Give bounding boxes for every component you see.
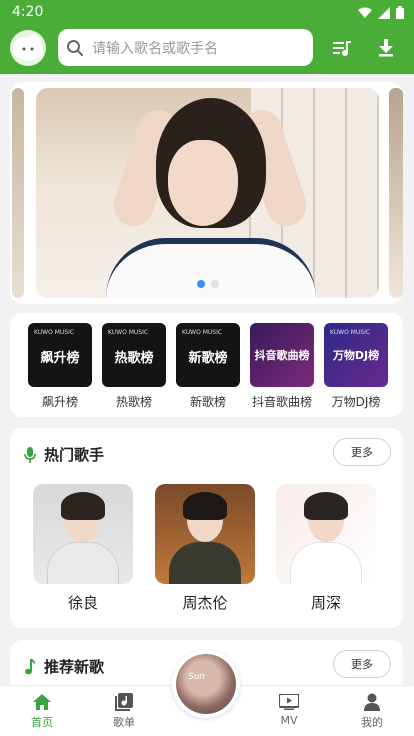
section-title: 热门歌手 [24, 444, 104, 465]
status-time: 4:20 [12, 4, 44, 20]
banner-prev-peek[interactable] [12, 88, 24, 298]
nav-mv[interactable]: MV [259, 692, 319, 727]
ranking-label: 抖音歌曲榜 [251, 395, 312, 409]
singer-name: 周深 [310, 594, 341, 612]
ranking-item[interactable]: KUWO MUSIC 飙升榜 飙升榜 [28, 323, 92, 410]
ranking-cover: KUWO MUSIC 热歌榜 [102, 323, 166, 387]
singer-item[interactable]: 周杰伦 [155, 484, 255, 613]
carousel-dot-active [196, 280, 205, 288]
app-header: 4:20 请输入歌名或歌手名 [0, 0, 414, 74]
singer-item[interactable]: 周深 [276, 484, 376, 613]
nav-home[interactable]: 首页 [12, 692, 72, 730]
download-button[interactable] [374, 36, 398, 60]
search-icon [67, 39, 83, 56]
album-art: Sun [176, 654, 236, 714]
hot-singers-title: 热门歌手 [44, 446, 105, 464]
ranking-label: 新歌榜 [189, 395, 226, 409]
cloud-mascot-icon [13, 35, 43, 61]
ranking-item[interactable]: KUWO MUSIC 新歌榜 新歌榜 [176, 323, 240, 410]
battery-icon [396, 6, 404, 19]
queue-button[interactable] [330, 36, 354, 60]
banner-carousel[interactable] [10, 82, 403, 304]
singer-photo [33, 484, 133, 584]
ranking-item[interactable]: KUWO MUSIC 万物DJ榜 万物DJ榜 [324, 323, 388, 410]
ranking-label: 飙升榜 [41, 395, 78, 409]
singer-item[interactable]: 徐良 [33, 484, 133, 613]
new-songs-more-button[interactable]: 更多 [333, 650, 391, 678]
singer-photo [155, 484, 255, 584]
singer-photo [276, 484, 376, 584]
ranking-cover: KUWO MUSIC 新歌榜 [176, 323, 240, 387]
signal-icon [378, 6, 390, 19]
profile-icon [364, 693, 380, 711]
nav-playlist[interactable]: 歌单 [94, 692, 154, 730]
album-art-text: Sun [188, 672, 206, 682]
banner-image[interactable] [36, 88, 379, 298]
playlist-icon [115, 693, 133, 711]
app-logo[interactable] [10, 30, 46, 66]
home-icon [33, 694, 51, 710]
mv-icon [279, 694, 299, 710]
wifi-icon [358, 7, 372, 18]
section-title: 推荐新歌 [24, 656, 104, 677]
carousel-indicator [36, 280, 379, 288]
download-icon [379, 39, 393, 57]
ranking-cover: 抖音歌曲榜 [250, 323, 314, 387]
ranking-label: 万物DJ榜 [331, 395, 381, 409]
ranking-label: 热歌榜 [115, 395, 152, 409]
nav-profile[interactable]: 我的 [342, 692, 402, 730]
new-songs-title: 推荐新歌 [44, 658, 105, 676]
singer-name: 周杰伦 [182, 594, 228, 612]
carousel-dot [210, 280, 219, 288]
ranking-cover: KUWO MUSIC 飙升榜 [28, 323, 92, 387]
nav-mv-label: MV [280, 714, 298, 727]
rankings-section: KUWO MUSIC 飙升榜 飙升榜 KUWO MUSIC 热歌榜 热歌榜 KU… [10, 313, 403, 417]
ranking-cover: KUWO MUSIC 万物DJ榜 [324, 323, 388, 387]
search-header: 请输入歌名或歌手名 [0, 24, 414, 74]
search-bar[interactable]: 请输入歌名或歌手名 [58, 29, 313, 66]
status-icons [358, 6, 404, 19]
banner-next-peek[interactable] [389, 88, 403, 298]
nav-playlist-label: 歌单 [113, 716, 135, 729]
ranking-item[interactable]: 抖音歌曲榜 抖音歌曲榜 [250, 323, 314, 410]
hot-singers-section: 热门歌手 更多 徐良 周杰伦 周深 [10, 428, 403, 628]
music-note-icon [25, 658, 36, 674]
singer-name: 徐良 [67, 594, 98, 612]
nav-home-label: 首页 [31, 716, 53, 729]
ranking-item[interactable]: KUWO MUSIC 热歌榜 热歌榜 [102, 323, 166, 410]
microphone-icon [24, 446, 36, 463]
search-placeholder: 请输入歌名或歌手名 [92, 40, 218, 57]
status-bar: 4:20 [0, 0, 414, 24]
music-queue-icon [333, 41, 351, 56]
hot-singers-more-button[interactable]: 更多 [333, 438, 391, 466]
now-playing-disc[interactable]: Sun [172, 650, 240, 718]
nav-profile-label: 我的 [361, 716, 383, 729]
